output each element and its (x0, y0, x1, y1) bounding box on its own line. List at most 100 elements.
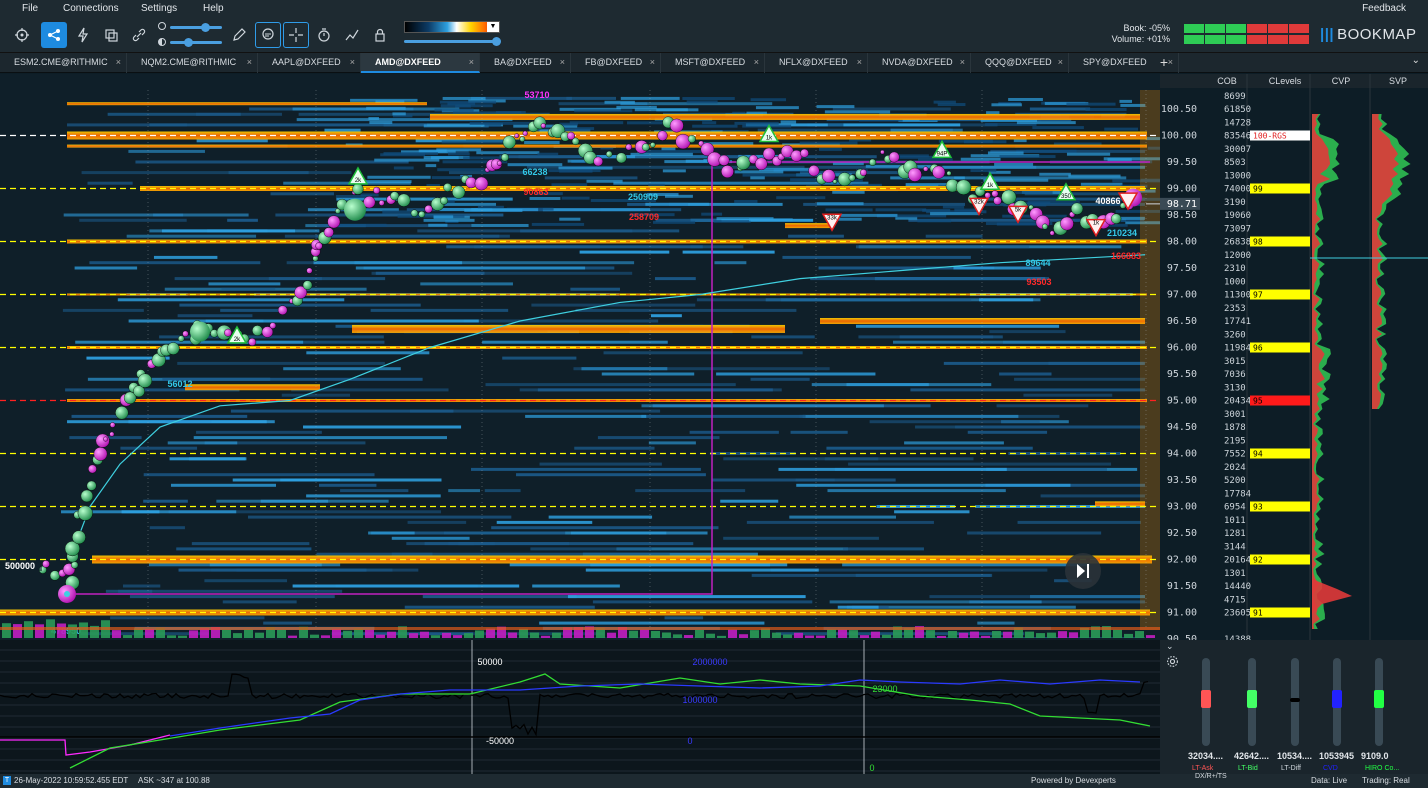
liquidity-band (548, 515, 653, 519)
collapse-chevron-icon[interactable]: ⌄ (1166, 641, 1174, 652)
tab-nqm2-cme-rithmic[interactable]: NQM2.CME@RITHMIC × (127, 53, 258, 73)
chevron-down-icon[interactable]: ⌄ (1412, 55, 1420, 66)
cob-value: 19060 (1224, 211, 1251, 221)
line-chart-icon[interactable] (339, 22, 365, 48)
liquidity-band (463, 319, 659, 323)
brightness-slider[interactable] (170, 26, 222, 29)
menu-help[interactable]: Help (203, 3, 224, 14)
liquidity-band (425, 164, 437, 168)
liquidity-band (355, 266, 586, 270)
buy-volume-bar (244, 629, 253, 639)
crosshair-icon[interactable] (283, 22, 309, 48)
jump-to-live-button[interactable] (1065, 553, 1101, 589)
close-icon[interactable]: × (1058, 53, 1063, 72)
sell-trade-dot (277, 305, 288, 315)
feedback-link[interactable]: Feedback (1362, 3, 1406, 14)
close-icon[interactable]: × (650, 53, 655, 72)
liquidity-band (1032, 126, 1084, 130)
tab-nflx-dxfeed[interactable]: NFLX@DXFEED × (765, 53, 868, 73)
contrast-slider[interactable] (170, 41, 222, 44)
liquidity-band (529, 196, 561, 200)
tab-aapl-dxfeed[interactable]: AAPL@DXFEED × (258, 53, 361, 73)
liquidity-band (855, 573, 991, 577)
heatmap-range-knob[interactable] (492, 37, 501, 46)
lightning-icon[interactable] (70, 22, 96, 48)
buy-trade-dot (955, 179, 972, 195)
menu-connections[interactable]: Connections (63, 3, 119, 14)
liquidity-band (696, 298, 972, 302)
lock-icon[interactable] (367, 22, 393, 48)
sell-trade-dot (540, 123, 546, 129)
sell-volume-bar (1069, 632, 1078, 639)
tab-fb-dxfeed[interactable]: FB@DXFEED × (571, 53, 661, 73)
price-label: 96.00 (1167, 343, 1197, 354)
tab-qqq-dxfeed[interactable]: QQQ@DXFEED × (971, 53, 1069, 73)
liquidity-band (799, 141, 858, 145)
sell-volume-bar (640, 629, 649, 639)
liquidity-band (917, 219, 952, 223)
chevron-down-icon[interactable]: ▼ (487, 22, 499, 32)
contrast-slider-knob[interactable] (184, 38, 193, 47)
pencil-icon[interactable] (226, 22, 252, 48)
liquidity-band (716, 372, 876, 376)
brightness-slider-knob[interactable] (201, 23, 210, 32)
close-icon[interactable]: × (857, 53, 862, 72)
sell-trade-dot (103, 436, 109, 442)
heatmap-range-slider[interactable] (404, 40, 500, 43)
tab-msft-dxfeed[interactable]: MSFT@DXFEED × (661, 53, 765, 73)
close-icon[interactable]: × (560, 53, 565, 72)
liquidity-band (544, 176, 638, 180)
tab-nvda-dxfeed[interactable]: NVDA@DXFEED × (868, 53, 971, 73)
tab-amd-dxfeed[interactable]: AMD@DXFEED × (361, 53, 480, 73)
liquidity-band (645, 202, 709, 206)
liquidity-band (597, 436, 720, 440)
chart-annotation: 166883 (1111, 251, 1141, 261)
marker-label: 1k (1093, 221, 1100, 227)
gear-icon[interactable] (1166, 655, 1179, 668)
close-icon[interactable]: × (116, 53, 121, 72)
liquidity-band (476, 151, 540, 155)
marker-label: 2k (355, 178, 362, 184)
liquidity-band (811, 383, 929, 387)
indicator-label: LT-Diff (1281, 765, 1301, 772)
liquidity-band (1024, 201, 1051, 205)
indicator-label: LT-Ask (1192, 765, 1214, 772)
close-icon[interactable]: × (247, 53, 252, 72)
sell-trade-dot (182, 330, 189, 337)
indicator-chart[interactable]: 50000 -50000 2000000 1000000 0 23000 0 (0, 640, 1160, 774)
sell-volume-bar (838, 629, 847, 639)
close-icon[interactable]: × (754, 53, 759, 72)
heatmap-color-selector[interactable] (404, 21, 500, 33)
indicator-axis-label: 1000000 (682, 695, 717, 705)
menu-file[interactable]: File (22, 3, 38, 14)
liquidity-band (746, 520, 934, 524)
target-icon[interactable] (9, 22, 35, 48)
network-icon[interactable] (41, 22, 67, 48)
close-icon[interactable]: × (350, 53, 355, 72)
layers-icon[interactable] (98, 22, 124, 48)
heatmap-chart[interactable]: 2k 2k 1k 94P 1k 350 33k 32k 5k 1k 53710 66238 90863… (0, 74, 1160, 640)
liquidity-band (280, 478, 340, 482)
liquidity-band (713, 219, 751, 223)
stopwatch-icon[interactable] (311, 22, 337, 48)
buy-volume-bar (695, 629, 704, 639)
close-icon[interactable]: × (960, 53, 965, 72)
chart-annotation: 210234 (1107, 228, 1137, 238)
buy-trade-dot (166, 342, 180, 355)
liquidity-band (1066, 152, 1111, 156)
menu-settings[interactable]: Settings (141, 3, 177, 14)
close-icon[interactable]: × (469, 53, 474, 72)
sell-trade-dot (1049, 230, 1055, 236)
price-label: 99.50 (1167, 157, 1197, 168)
liquidity-band (592, 600, 813, 604)
liquidity-band (826, 446, 1033, 450)
status-powered-by: Powered by Devexperts (1031, 776, 1116, 785)
speech-bubble-icon[interactable] (255, 22, 281, 48)
add-tab-button[interactable]: + (1156, 53, 1172, 71)
link-icon[interactable] (126, 22, 152, 48)
tab-esm2-cme-rithmic[interactable]: ESM2.CME@RITHMIC × (0, 53, 127, 73)
tab-ba-dxfeed[interactable]: BA@DXFEED × (480, 53, 571, 73)
sell-trade-dot (721, 165, 734, 178)
liquidity-band (516, 473, 706, 477)
liquidity-band (943, 361, 1144, 365)
